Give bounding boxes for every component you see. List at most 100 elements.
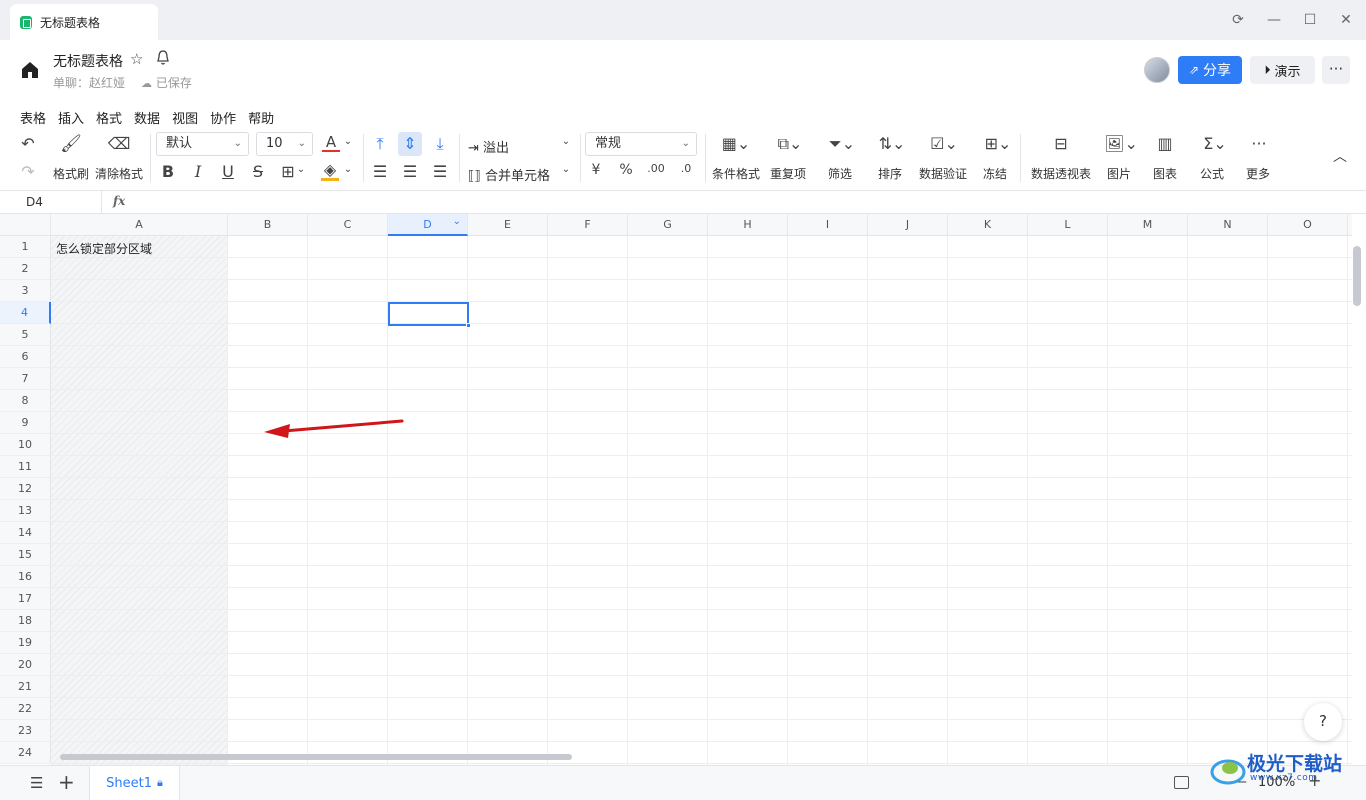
align-bottom-icon[interactable]: ⤓ bbox=[431, 134, 449, 154]
number-format-select[interactable]: 常规 ⌄ bbox=[585, 132, 697, 156]
sheet-tab[interactable]: Sheet1 🔒︎ bbox=[89, 766, 180, 800]
sort-label[interactable]: 排序 bbox=[878, 165, 902, 182]
sort-icon[interactable]: ⇅⌄ bbox=[874, 134, 910, 153]
chevron-down-icon[interactable]: ⌄ bbox=[343, 164, 353, 175]
format-painter-label[interactable]: 格式刷 bbox=[53, 165, 89, 182]
font-family-select[interactable]: 默认 ⌄ bbox=[156, 132, 249, 156]
formula-input[interactable] bbox=[140, 194, 1340, 212]
chevron-down-icon[interactable]: ⌄ bbox=[561, 136, 571, 147]
data-validation-label[interactable]: 数据验证 bbox=[919, 165, 967, 182]
column-header-l[interactable]: L bbox=[1028, 214, 1108, 236]
menu-item-collab[interactable]: 协作 bbox=[210, 108, 236, 127]
column-header-b[interactable]: B bbox=[228, 214, 308, 236]
row-header-14[interactable]: 14 bbox=[0, 522, 51, 544]
menu-item-table[interactable]: 表格 bbox=[20, 108, 46, 127]
align-right-icon[interactable]: ☰ bbox=[431, 162, 449, 181]
help-button[interactable]: ? bbox=[1304, 703, 1342, 741]
column-header-i[interactable]: I bbox=[788, 214, 868, 236]
sync-icon[interactable]: ⟳ bbox=[1228, 10, 1248, 30]
column-header-k[interactable]: K bbox=[948, 214, 1028, 236]
share-button[interactable]: ⇗ 分享 bbox=[1178, 56, 1242, 84]
freeze-icon[interactable]: ⊞⌄ bbox=[980, 134, 1016, 153]
overflow-button[interactable]: ⇥ 溢出 bbox=[468, 137, 509, 156]
bell-icon[interactable] bbox=[156, 50, 170, 66]
currency-icon[interactable]: ¥ bbox=[588, 162, 604, 178]
menu-item-format[interactable]: 格式 bbox=[96, 108, 122, 127]
chevron-down-icon[interactable]: ⌄ bbox=[296, 164, 306, 175]
row-header-5[interactable]: 5 bbox=[0, 324, 51, 346]
row-header-18[interactable]: 18 bbox=[0, 610, 51, 632]
cell-reference[interactable]: D4 bbox=[26, 195, 43, 209]
view-mode-icon[interactable] bbox=[1174, 776, 1189, 789]
row-header-7[interactable]: 7 bbox=[0, 368, 51, 390]
align-top-icon[interactable]: ⤒ bbox=[371, 134, 389, 154]
row-header-24[interactable]: 24 bbox=[0, 742, 51, 764]
column-header-m[interactable]: M bbox=[1108, 214, 1188, 236]
vertical-scrollbar[interactable] bbox=[1353, 246, 1361, 306]
row-header-2[interactable]: 2 bbox=[0, 258, 51, 280]
column-header-f[interactable]: F bbox=[548, 214, 628, 236]
spreadsheet-grid[interactable]: A B C D ⌄ E F G H I J K L M N O 1 2 3 4 5 6 7 8 9 10 11 12 13 14 15 16… bbox=[0, 214, 1352, 765]
column-header-h[interactable]: H bbox=[708, 214, 788, 236]
data-validation-icon[interactable]: ☑⌄ bbox=[926, 134, 962, 153]
row-header-20[interactable]: 20 bbox=[0, 654, 51, 676]
conditional-format-label[interactable]: 条件格式 bbox=[712, 165, 760, 182]
row-header-17[interactable]: 17 bbox=[0, 588, 51, 610]
star-icon[interactable]: ☆ bbox=[130, 50, 143, 68]
collapse-toolbar-icon[interactable]: ︿ bbox=[1330, 146, 1350, 166]
column-header-o[interactable]: O bbox=[1268, 214, 1348, 236]
italic-icon[interactable]: I bbox=[190, 162, 206, 181]
duplicates-label[interactable]: 重复项 bbox=[770, 165, 806, 182]
decrease-decimal-icon[interactable]: .0 bbox=[676, 162, 696, 175]
row-header-4[interactable]: 4 bbox=[0, 302, 51, 324]
duplicates-icon[interactable]: ⧉⌄ bbox=[772, 134, 808, 154]
column-header-c[interactable]: C bbox=[308, 214, 388, 236]
avatar[interactable] bbox=[1144, 57, 1170, 83]
row-header-21[interactable]: 21 bbox=[0, 676, 51, 698]
percent-icon[interactable]: % bbox=[618, 162, 634, 178]
pivot-table-label[interactable]: 数据透视表 bbox=[1031, 165, 1091, 182]
row-header-10[interactable]: 10 bbox=[0, 434, 51, 456]
font-size-select[interactable]: 10 ⌄ bbox=[256, 132, 313, 156]
minimize-icon[interactable]: — bbox=[1264, 10, 1284, 30]
column-header-n[interactable]: N bbox=[1188, 214, 1268, 236]
close-icon[interactable]: ✕ bbox=[1336, 10, 1356, 30]
bold-icon[interactable]: B bbox=[160, 162, 176, 181]
column-header-g[interactable]: G bbox=[628, 214, 708, 236]
row-header-6[interactable]: 6 bbox=[0, 346, 51, 368]
chevron-down-icon[interactable]: ⌄ bbox=[343, 136, 353, 147]
home-icon[interactable] bbox=[20, 60, 40, 80]
chart-label[interactable]: 图表 bbox=[1153, 165, 1177, 182]
maximize-icon[interactable]: ☐ bbox=[1300, 10, 1320, 30]
menu-item-view[interactable]: 视图 bbox=[172, 108, 198, 127]
undo-icon[interactable]: ↶ bbox=[18, 134, 38, 153]
chevron-down-icon[interactable]: ⌄ bbox=[561, 164, 571, 175]
row-header-19[interactable]: 19 bbox=[0, 632, 51, 654]
column-header-j[interactable]: J bbox=[868, 214, 948, 236]
row-header-3[interactable]: 3 bbox=[0, 280, 51, 302]
row-header-15[interactable]: 15 bbox=[0, 544, 51, 566]
chart-icon[interactable]: ▥ bbox=[1153, 134, 1177, 153]
present-button[interactable]: ⏵ 演示 bbox=[1250, 56, 1315, 84]
increase-decimal-icon[interactable]: .00 bbox=[646, 162, 666, 175]
column-header-e[interactable]: E bbox=[468, 214, 548, 236]
row-header-13[interactable]: 13 bbox=[0, 500, 51, 522]
redo-icon[interactable]: ↷ bbox=[18, 162, 38, 181]
eraser-icon[interactable]: ⌫ bbox=[107, 134, 131, 153]
image-label[interactable]: 图片 bbox=[1107, 165, 1131, 182]
menu-item-insert[interactable]: 插入 bbox=[58, 108, 84, 127]
cell-a1[interactable]: 怎么锁定部分区域 bbox=[56, 240, 152, 257]
merge-cells-button[interactable]: ⟦⟧ 合并单元格 bbox=[468, 165, 550, 184]
border-icon[interactable]: ⊞ bbox=[280, 162, 296, 181]
sigma-icon[interactable]: Σ⌄ bbox=[1198, 134, 1232, 153]
menu-item-data[interactable]: 数据 bbox=[134, 108, 160, 127]
column-menu-chevron-icon[interactable]: ⌄ bbox=[453, 214, 461, 233]
font-color-icon[interactable]: A bbox=[322, 134, 340, 152]
sheet-list-icon[interactable]: ☰ bbox=[30, 774, 43, 792]
menu-item-help[interactable]: 帮助 bbox=[248, 108, 274, 127]
freeze-label[interactable]: 冻结 bbox=[983, 165, 1007, 182]
filter-label[interactable]: 筛选 bbox=[828, 165, 852, 182]
document-title[interactable]: 无标题表格 bbox=[53, 51, 123, 71]
row-header-11[interactable]: 11 bbox=[0, 456, 51, 478]
more-icon[interactable]: ··· bbox=[1248, 134, 1270, 153]
